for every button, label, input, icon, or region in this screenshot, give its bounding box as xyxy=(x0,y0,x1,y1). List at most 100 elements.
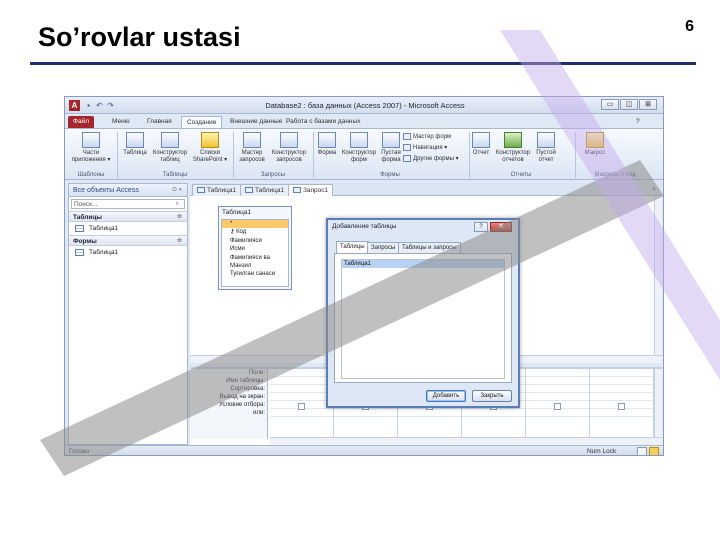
blank-form-icon xyxy=(382,132,400,148)
field-item[interactable]: Туғилган санаси xyxy=(222,270,288,278)
dialog-help-button[interactable]: ? xyxy=(474,222,488,232)
dialog-tab-both[interactable]: Таблицы и запросы xyxy=(398,242,461,253)
upper-vertical-scrollbar[interactable] xyxy=(654,196,662,363)
add-button[interactable]: Добавить xyxy=(426,390,466,402)
macro-icon xyxy=(586,132,604,148)
doc-tab-table-1[interactable]: Таблица1 xyxy=(192,184,242,196)
form-button[interactable]: Форма xyxy=(315,132,339,157)
ribbon: Части приложения ▾ Таблица Конструктор т… xyxy=(65,128,663,180)
tab-file[interactable]: Файл xyxy=(68,116,94,128)
slide-page-number: 6 xyxy=(685,18,694,35)
maximize-button[interactable]: ◫ xyxy=(620,99,638,110)
form-icon xyxy=(318,132,336,148)
field-item[interactable]: Фамилияси ва xyxy=(222,254,288,262)
report-designer-button[interactable]: Конструктор отчетов xyxy=(493,132,533,164)
nav-item-form[interactable]: Таблица1 xyxy=(69,246,187,259)
navigation-icon xyxy=(403,144,411,151)
sharepoint-lists-icon xyxy=(201,132,219,148)
dialog-panel: Таблица1 xyxy=(334,253,512,383)
dialog-tab-queries[interactable]: Запросы xyxy=(367,242,400,253)
group-macros-label: Макросы и код xyxy=(594,172,636,178)
group-templates-label: Шаблоны xyxy=(77,172,105,178)
app-parts-button[interactable]: Части приложения ▾ xyxy=(69,132,113,164)
field-item[interactable]: * xyxy=(222,220,288,229)
document-tabs: Таблица1 Таблица1 Запрос1 × xyxy=(190,183,662,196)
app-parts-icon xyxy=(82,132,100,148)
grid-label-field: Поле: xyxy=(248,370,265,376)
doc-tab-table-2[interactable]: Таблица1 xyxy=(240,184,290,196)
blank-report-button[interactable]: Пустой отчет xyxy=(533,132,559,164)
field-item[interactable]: Манзил xyxy=(222,262,288,270)
navigation-pane: Все объекты Access ⊙ « Поиск... ⌕ Таблицы ≎… xyxy=(68,183,188,445)
query-designer-icon xyxy=(280,132,298,148)
design-view-icon[interactable] xyxy=(649,447,659,455)
field-list[interactable]: Таблица1 * ⚷ Код Фамилияси Исми Фамилияс… xyxy=(218,206,292,290)
tab-create[interactable]: Создание xyxy=(181,116,223,128)
grid-vertical-scrollbar[interactable] xyxy=(654,369,662,445)
nav-pane-header[interactable]: Все объекты Access ⊙ « xyxy=(69,184,187,197)
tab-home[interactable]: Главная xyxy=(142,116,177,128)
report-designer-icon xyxy=(504,132,522,148)
show-checkbox[interactable] xyxy=(554,403,561,410)
grid-row-labels: Поле: Имя таблицы: Сортировка: Вывод на … xyxy=(190,369,268,439)
nav-section-forms[interactable]: Формы ≎ xyxy=(69,235,187,246)
grid-label-table: Имя таблицы: xyxy=(226,378,265,384)
table-icon xyxy=(75,224,84,232)
report-icon xyxy=(472,132,490,148)
other-forms-button[interactable]: Другие формы ▾ xyxy=(403,155,459,163)
nav-section-tables[interactable]: Таблицы ≎ xyxy=(69,211,187,222)
dialog-close-button[interactable]: Закрыть xyxy=(472,390,512,402)
field-item[interactable]: Фамилияси xyxy=(222,237,288,245)
group-reports-label: Отчеты xyxy=(510,172,532,178)
grid-horizontal-scrollbar[interactable] xyxy=(270,437,662,445)
group-forms-label: Формы xyxy=(380,172,400,178)
show-checkbox[interactable] xyxy=(618,403,625,410)
query-icon xyxy=(293,187,301,194)
form-designer-icon xyxy=(350,132,368,148)
field-item[interactable]: ⚷ Код xyxy=(222,228,288,236)
field-list-body: * ⚷ Код Фамилияси Исми Фамилияси ва Манз… xyxy=(221,219,289,287)
window-titlebar: A ▪ ↶ ↷ Database2 : база данных (Access … xyxy=(65,97,663,114)
dialog-table-list[interactable]: Таблица1 xyxy=(341,259,505,379)
tab-external-data[interactable]: Внешние данные xyxy=(225,116,287,128)
table-designer-icon xyxy=(161,132,179,148)
navigation-button[interactable]: Навигация ▾ xyxy=(403,144,447,152)
form-icon xyxy=(75,248,84,256)
query-wizard-button[interactable]: Мастер запросов xyxy=(237,132,267,164)
field-list-title: Таблица1 xyxy=(222,209,252,216)
status-text: Готово xyxy=(69,448,90,455)
tab-menu[interactable]: Меню xyxy=(107,116,135,128)
blank-form-button[interactable]: Пустая форма xyxy=(378,132,404,164)
nav-search-input[interactable]: Поиск... ⌕ xyxy=(71,199,185,209)
chevron-up-icon: ≎ xyxy=(176,238,182,244)
sharepoint-lists-button[interactable]: Списки SharePoint ▾ xyxy=(191,132,229,164)
dialog-title: Добавление таблицы xyxy=(332,223,397,230)
query-designer-button[interactable]: Конструктор запросов xyxy=(269,132,309,164)
blank-report-icon xyxy=(537,132,555,148)
table-icon xyxy=(197,187,205,194)
field-item[interactable]: Исми xyxy=(222,245,288,253)
form-wizard-icon xyxy=(403,133,411,140)
macro-button[interactable]: Макрос xyxy=(579,132,611,157)
report-button[interactable]: Отчет xyxy=(471,132,491,157)
dialog-close-icon[interactable]: ✕ xyxy=(490,222,512,232)
dialog-tab-tables[interactable]: Таблицы xyxy=(336,241,369,253)
close-doc-icon[interactable]: × xyxy=(648,184,660,196)
title-rule xyxy=(30,62,696,65)
table-designer-button[interactable]: Конструктор таблиц xyxy=(151,132,189,164)
form-wizard-button[interactable]: Мастер форм xyxy=(403,133,451,141)
table-button[interactable]: Таблица xyxy=(121,132,149,157)
search-icon: ⌕ xyxy=(175,201,179,207)
doc-tab-query[interactable]: Запрос1 xyxy=(288,184,334,196)
nav-item-table[interactable]: Таблица1 xyxy=(69,222,187,235)
tab-database-tools[interactable]: Работа с базами данных xyxy=(281,116,365,128)
show-checkbox[interactable] xyxy=(298,403,305,410)
close-button[interactable]: ⊠ xyxy=(639,99,657,110)
help-icon[interactable]: ? xyxy=(631,116,645,128)
minimize-button[interactable]: ▭ xyxy=(601,99,619,110)
sql-view-icon[interactable] xyxy=(637,447,647,455)
list-item[interactable]: Таблица1 xyxy=(342,260,504,268)
form-designer-button[interactable]: Конструктор форм xyxy=(340,132,378,164)
grid-label-or: или: xyxy=(253,410,265,416)
collapse-pane-icon[interactable]: ⊙ « xyxy=(172,184,182,197)
